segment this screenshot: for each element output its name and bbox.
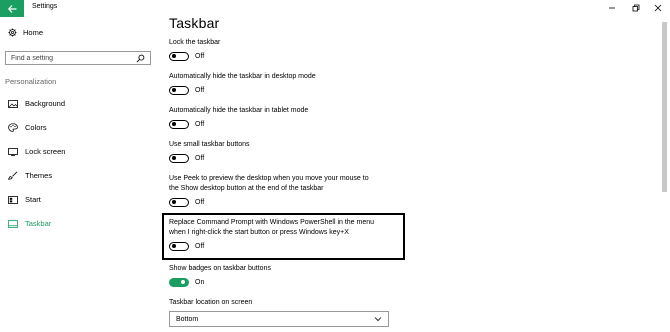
setting-label-line-2: the Show desktop button at the end of th… <box>169 185 324 192</box>
toggle-state: On <box>195 279 205 286</box>
setting-peek: Use Peek to preview the desktop when you… <box>169 174 369 207</box>
gear-icon <box>8 28 17 37</box>
settings-content: Taskbar Lock the taskbar Off Automatical… <box>169 0 659 332</box>
setting-badges: Show badges on taskbar buttons On <box>169 264 271 287</box>
sidebar-item-label: Start <box>25 195 41 204</box>
setting-autohide-tablet: Automatically hide the taskbar in tablet… <box>169 106 308 129</box>
sidebar-item-home[interactable]: Home <box>8 28 43 37</box>
toggle-state: Off <box>195 53 205 60</box>
sidebar-item-lock-screen[interactable]: Lock screen <box>8 147 65 156</box>
setting-label: Automatically hide the taskbar in tablet… <box>169 107 309 114</box>
chevron-down-icon <box>374 317 382 322</box>
window-title: Settings <box>32 3 58 10</box>
brush-icon <box>8 171 18 180</box>
picture-icon <box>8 99 18 108</box>
back-button[interactable] <box>0 0 24 17</box>
search-input[interactable] <box>11 54 131 62</box>
setting-autohide-desktop: Automatically hide the taskbar in deskto… <box>169 72 316 95</box>
sidebar-item-start[interactable]: Start <box>8 195 41 204</box>
autohide-desktop-toggle[interactable] <box>169 86 189 95</box>
sidebar-item-taskbar[interactable]: Taskbar <box>8 219 51 228</box>
back-arrow-icon <box>7 4 16 13</box>
sidebar-item-colors[interactable]: Colors <box>8 123 47 132</box>
toggle-state: Off <box>195 199 205 206</box>
highlight-frame <box>162 213 405 260</box>
toggle-state: Off <box>195 121 205 128</box>
toggle-state: Off <box>195 155 205 162</box>
peek-toggle[interactable] <box>169 198 189 207</box>
page-title: Taskbar <box>169 15 220 31</box>
location-label: Taskbar location on screen <box>169 299 253 306</box>
sidebar-item-themes[interactable]: Themes <box>8 171 52 180</box>
taskbar-location-select[interactable]: Bottom <box>169 311 389 327</box>
sidebar-item-label: Lock screen <box>25 147 66 156</box>
start-icon <box>8 195 18 204</box>
palette-icon <box>8 123 18 132</box>
sidebar-item-label: Taskbar <box>25 219 52 228</box>
sidebar: Home Personalization Background Colors L… <box>0 17 160 332</box>
setting-label: Automatically hide the taskbar in deskto… <box>169 73 316 80</box>
setting-small-buttons: Use small taskbar buttons Off <box>169 140 250 163</box>
setting-lock-taskbar: Lock the taskbar Off <box>169 38 220 61</box>
scrollbar[interactable] <box>662 22 667 192</box>
lock-screen-icon <box>8 147 18 156</box>
sidebar-item-label: Colors <box>25 123 47 132</box>
setting-label: Use small taskbar buttons <box>169 141 250 148</box>
sidebar-item-background[interactable]: Background <box>8 99 65 108</box>
setting-location: Taskbar location on screen <box>169 298 252 308</box>
setting-label-line-1: Use Peek to preview the desktop when you… <box>169 175 369 182</box>
lock-taskbar-toggle[interactable] <box>169 52 189 61</box>
toggle-state: Off <box>195 87 205 94</box>
search-field[interactable] <box>5 51 151 65</box>
setting-label: Show badges on taskbar buttons <box>169 265 271 272</box>
setting-label: Lock the taskbar <box>169 39 221 46</box>
section-heading: Personalization <box>5 77 57 86</box>
small-buttons-toggle[interactable] <box>169 154 189 163</box>
sidebar-item-label: Themes <box>25 171 53 180</box>
autohide-tablet-toggle[interactable] <box>169 120 189 129</box>
selected-value: Bottom <box>176 315 199 323</box>
badges-toggle[interactable] <box>169 278 189 287</box>
taskbar-icon <box>8 219 18 228</box>
search-icon <box>136 54 145 63</box>
home-label: Home <box>23 28 44 37</box>
sidebar-item-label: Background <box>25 99 66 108</box>
